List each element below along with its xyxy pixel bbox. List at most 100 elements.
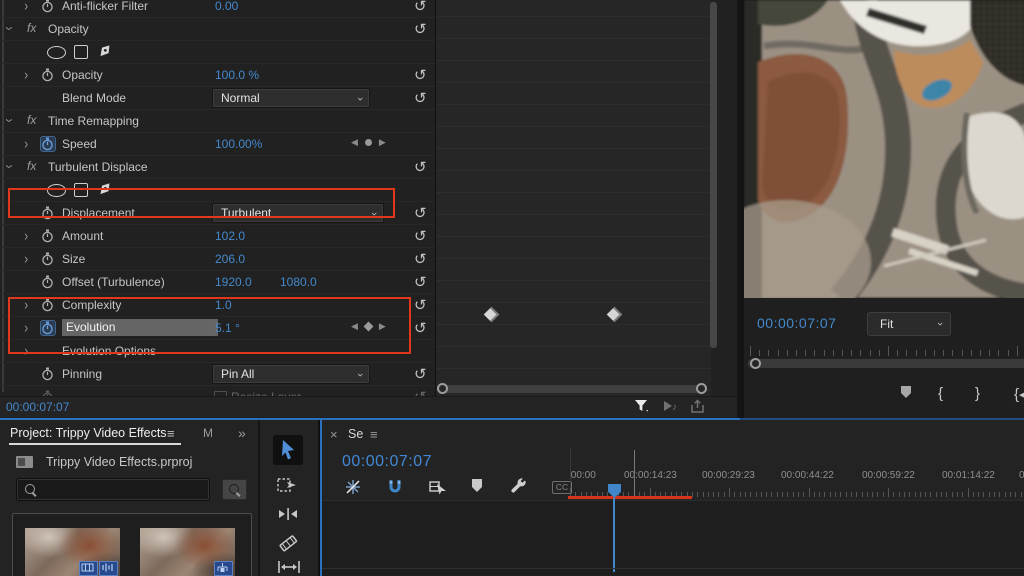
blend-mode-dropdown[interactable]: Normal› <box>212 88 370 108</box>
go-to-in-icon[interactable]: {◀ <box>1014 385 1024 403</box>
reset-icon[interactable]: ↺ <box>414 66 427 84</box>
param-value[interactable]: 100.0 % <box>215 68 259 82</box>
effect-horizontal-scrollbar[interactable] <box>437 383 707 394</box>
next-keyframe-icon[interactable]: ▶ <box>379 321 386 332</box>
stopwatch-icon[interactable] <box>41 229 55 243</box>
param-value[interactable]: 102.0 <box>215 229 245 243</box>
timeline-settings-icon[interactable] <box>510 478 530 496</box>
program-mini-ruler[interactable] <box>748 342 1024 358</box>
param-value[interactable]: 206.0 <box>215 252 245 266</box>
track-select-forward-tool[interactable] <box>277 475 301 499</box>
filter-icon[interactable] <box>634 399 652 415</box>
timeline-ruler[interactable]: :00:0000:00:14:2300:00:29:2300:00:44:220… <box>570 448 1024 500</box>
chevron-down-icon[interactable]: › <box>2 165 19 169</box>
rect-mask-icon[interactable] <box>74 45 88 59</box>
add-keyframe-icon[interactable] <box>365 139 372 146</box>
scrollbar-track[interactable] <box>442 385 702 393</box>
keyframe-diamond[interactable] <box>484 307 500 323</box>
stopwatch-icon[interactable] <box>41 275 55 289</box>
panel-menu-icon[interactable]: ≡ <box>167 426 175 441</box>
param-value-2[interactable]: 1080.0 <box>280 275 317 289</box>
param-value[interactable]: 1920.0 <box>215 275 252 289</box>
pinning-dropdown[interactable]: Pin All› <box>212 364 370 384</box>
close-icon[interactable]: × <box>330 427 338 442</box>
chevron-right-icon[interactable]: › <box>24 227 28 244</box>
scrollbar-right-knob[interactable] <box>696 383 707 394</box>
keyframe-diamond[interactable] <box>607 307 623 323</box>
chevron-right-icon[interactable]: › <box>24 342 28 359</box>
reset-icon[interactable]: ↺ <box>414 250 427 268</box>
nest-icon[interactable] <box>344 478 364 496</box>
param-value[interactable]: 100.00% <box>215 137 262 151</box>
export-frame-icon[interactable] <box>690 399 708 415</box>
reset-icon[interactable]: ↺ <box>414 204 427 222</box>
reset-icon[interactable]: ↺ <box>414 365 427 383</box>
search-bin-button[interactable] <box>222 479 247 500</box>
reset-icon[interactable]: ↺ <box>414 296 427 314</box>
mark-in-icon[interactable]: { <box>938 385 943 402</box>
chevron-right-icon[interactable]: › <box>24 135 28 152</box>
displacement-dropdown[interactable]: Turbulent› <box>212 203 384 223</box>
reset-icon[interactable]: ↺ <box>414 388 427 396</box>
program-video-frame[interactable] <box>744 0 1024 298</box>
play-around-icon[interactable]: ♪ <box>662 399 680 415</box>
stopwatch-icon[interactable] <box>41 367 55 381</box>
effect-timecode[interactable]: 00:00:07:07 <box>6 400 69 414</box>
selection-tool[interactable] <box>273 435 303 465</box>
param-value[interactable]: 1.0 <box>215 298 232 312</box>
timeline-tracks[interactable] <box>322 500 1024 576</box>
ripple-edit-tool[interactable] <box>277 505 301 529</box>
stopwatch-icon[interactable] <box>41 0 55 13</box>
stopwatch-icon[interactable] <box>41 298 55 312</box>
param-value[interactable]: 0.00 <box>215 0 238 13</box>
slip-tool[interactable] <box>277 559 301 576</box>
program-timecode[interactable]: 00:00:07:07 <box>757 315 836 331</box>
project-file-name[interactable]: Trippy Video Effects.prproj <box>46 455 192 469</box>
reset-icon[interactable]: ↺ <box>414 158 427 176</box>
stopwatch-icon[interactable] <box>41 206 55 220</box>
chevron-right-icon[interactable]: › <box>24 319 28 336</box>
panel-menu-icon[interactable]: ≡ <box>370 427 378 442</box>
reset-icon[interactable]: ↺ <box>414 273 427 291</box>
ellipse-mask-icon[interactable] <box>47 46 66 59</box>
chevron-right-icon[interactable]: › <box>24 66 28 83</box>
mark-out-icon[interactable]: } <box>975 385 980 402</box>
linked-selection-icon[interactable] <box>428 478 448 496</box>
timeline-timecode[interactable]: 00:00:07:07 <box>342 453 432 471</box>
effect-vertical-scrollbar[interactable] <box>710 2 717 348</box>
scrollbar-left-knob[interactable] <box>437 383 448 394</box>
tab-media-browser-truncated[interactable]: M <box>203 426 213 440</box>
razor-tool[interactable] <box>277 533 301 557</box>
rect-mask-icon[interactable] <box>74 183 88 197</box>
chevron-right-icon[interactable]: › <box>24 296 28 313</box>
keyframe-lane-area[interactable] <box>435 0 711 396</box>
snap-icon[interactable] <box>386 478 406 496</box>
chevron-right-icon[interactable]: › <box>24 250 28 267</box>
program-scrollbar[interactable] <box>748 359 1024 368</box>
previous-keyframe-icon[interactable]: ◀ <box>351 321 358 332</box>
clip-thumbnail[interactable] <box>140 528 235 576</box>
stopwatch-icon[interactable] <box>41 137 55 151</box>
stopwatch-icon[interactable] <box>41 252 55 266</box>
zoom-level-select[interactable]: Fit › <box>867 312 951 336</box>
previous-keyframe-icon[interactable]: ◀ <box>351 137 358 148</box>
add-keyframe-icon[interactable] <box>363 322 373 332</box>
reset-icon[interactable]: ↺ <box>414 227 427 245</box>
chevron-down-icon[interactable]: › <box>2 27 19 31</box>
reset-icon[interactable]: ↺ <box>414 89 427 107</box>
captions-icon[interactable]: CC <box>552 481 572 494</box>
tab-sequence-truncated[interactable]: Se <box>348 427 363 441</box>
scrollbar-left-knob[interactable] <box>750 358 761 369</box>
add-marker-icon[interactable] <box>470 478 490 496</box>
add-marker-icon[interactable] <box>899 385 913 399</box>
reset-icon[interactable]: ↺ <box>414 20 427 38</box>
reset-icon[interactable]: ↺ <box>414 0 427 15</box>
chevron-down-icon[interactable]: › <box>2 119 19 123</box>
tab-overflow-icon[interactable]: » <box>238 425 246 441</box>
param-value[interactable]: 5.1 ° <box>215 321 240 335</box>
chevron-right-icon[interactable]: › <box>24 0 28 14</box>
ellipse-mask-icon[interactable] <box>47 184 66 197</box>
next-keyframe-icon[interactable]: ▶ <box>379 137 386 148</box>
stopwatch-icon[interactable] <box>41 321 55 335</box>
pen-mask-icon[interactable] <box>95 41 115 61</box>
